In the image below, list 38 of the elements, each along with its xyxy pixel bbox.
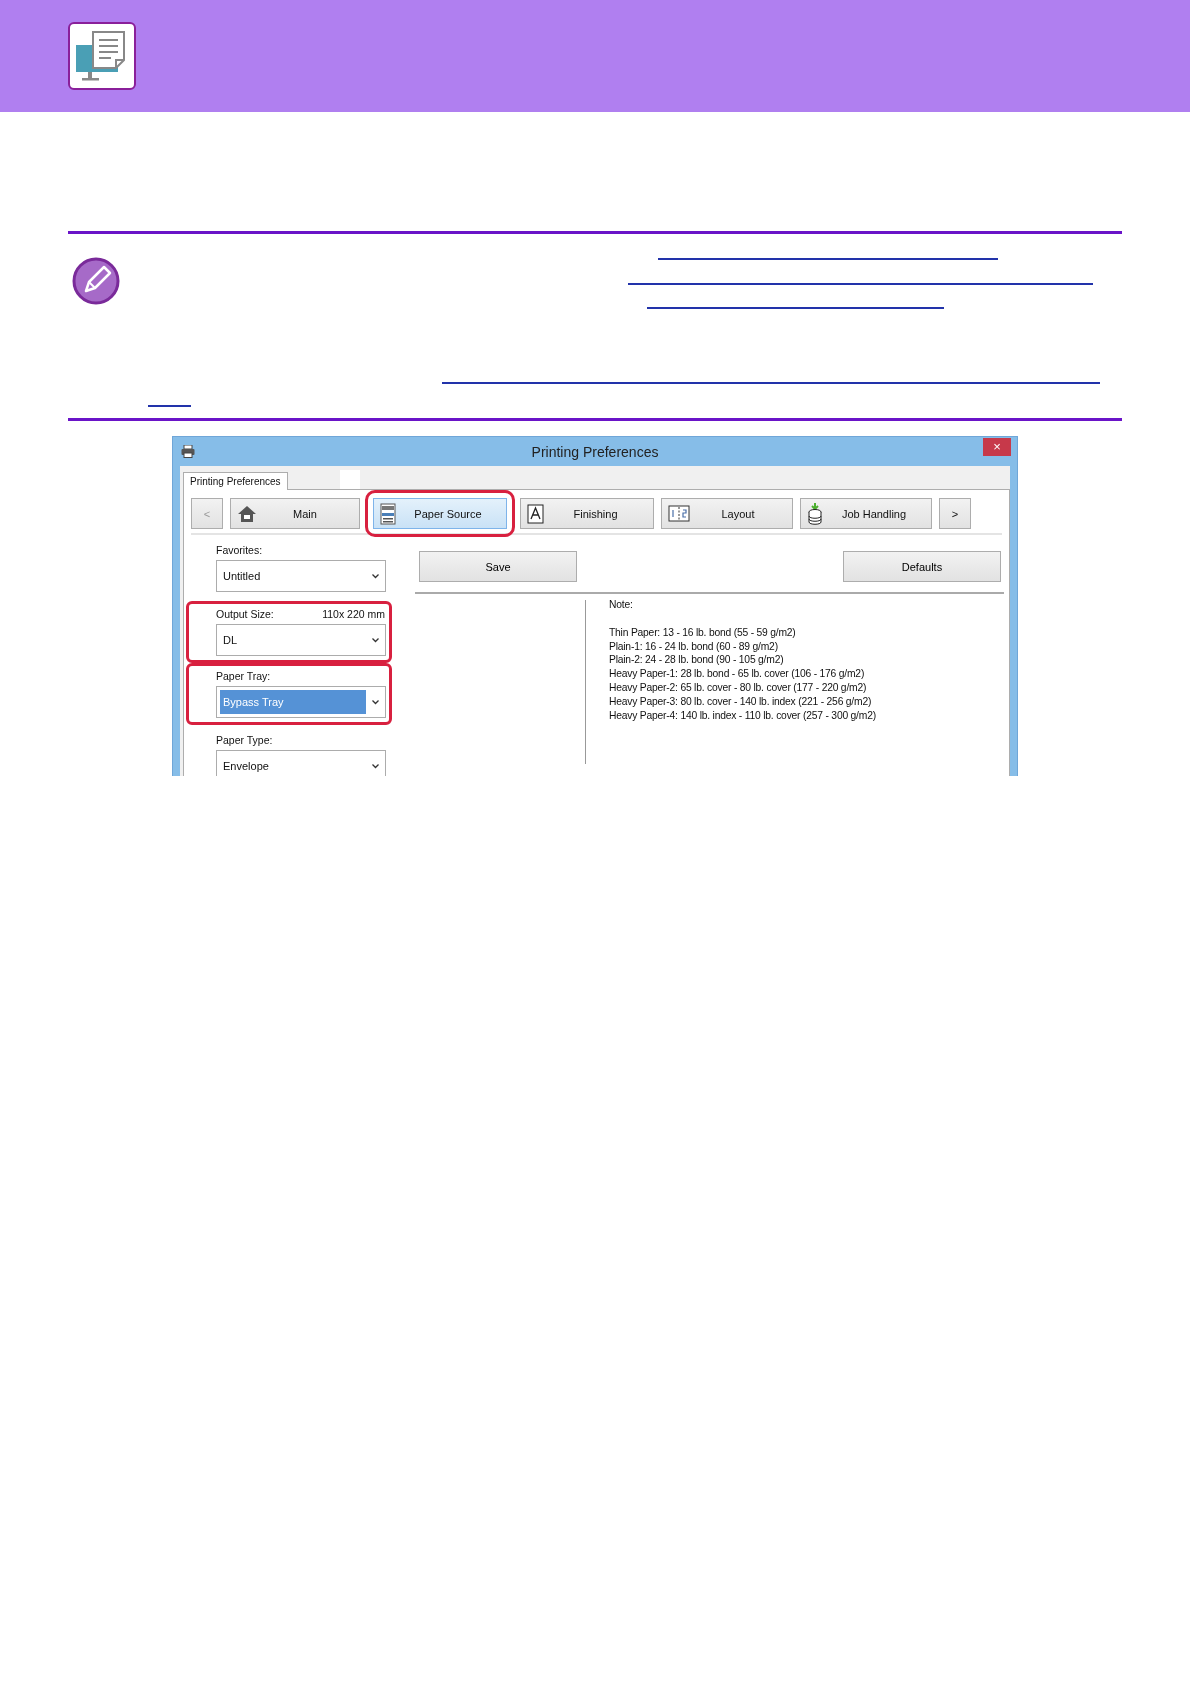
note-title: Note: [609, 598, 634, 612]
dropdown[interactable]: Untitled [216, 560, 386, 592]
category-tab[interactable]: Layout [661, 498, 793, 529]
note-line: Heavy Paper-3: 80 lb. cover - 140 lb. index (221 - 256 g/m2) [609, 694, 873, 709]
note-line: Plain-2: 24 - 28 lb. bond (90 - 105 g/m2) [609, 653, 785, 668]
tab[interactable]: Printing Preferences [183, 472, 288, 490]
copier-icon [380, 502, 396, 525]
category-tab[interactable]: Paper Source [373, 498, 507, 529]
field-label: Paper Type: [216, 734, 273, 746]
size-reading: 110x 220 mm [322, 608, 385, 620]
database-icon [807, 502, 823, 525]
chevron-icon [372, 573, 379, 579]
field-label: Paper Tray: [216, 670, 271, 682]
field-label: Output Size: [216, 608, 274, 620]
note-line: Heavy Paper-4: 140 lb. index - 110 lb. cover (257 - 300 g/m2) [609, 708, 876, 723]
category-tab[interactable]: Finishing [520, 498, 654, 529]
two-page-icon [668, 505, 690, 522]
chevron-icon [372, 763, 379, 769]
chevron-icon [372, 637, 379, 643]
save-button[interactable]: Save [419, 551, 577, 582]
next-button[interactable]: > [939, 498, 971, 529]
printer-icon [181, 445, 195, 458]
note-line: Thin Paper: 13 - 16 lb. bond (55 - 59 g/m2) [609, 625, 797, 640]
pencil-icon [72, 257, 120, 305]
note-line: Heavy Paper-2: 65 lb. cover - 80 lb. cover (177 - 220 g/m2) [609, 681, 868, 695]
dropdown[interactable]: DL [216, 624, 386, 656]
note-line: Plain-1: 16 - 24 lb. bond (60 - 89 g/m2) [609, 639, 779, 654]
dropdown[interactable]: Envelope [216, 750, 386, 776]
note-line: Heavy Paper-1: 28 lb. bond - 65 lb. cover (106 - 176 g/m2) [609, 667, 866, 681]
chevron-icon [372, 699, 379, 705]
field-label: Favorites: [216, 544, 263, 556]
window-title: Printing Preferences [531, 444, 659, 460]
category-tab[interactable]: Job Handling [800, 498, 932, 529]
defaults-button[interactable]: Defaults [843, 551, 1001, 582]
house-icon [237, 504, 257, 523]
close-button[interactable]: × [983, 438, 1011, 456]
category-tab[interactable]: Main [230, 498, 360, 529]
page-icon [527, 503, 544, 524]
